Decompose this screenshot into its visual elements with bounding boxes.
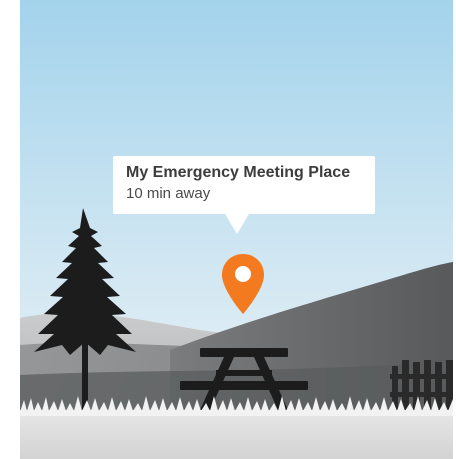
callout-title: My Emergency Meeting Place: [126, 164, 351, 181]
ground: [20, 410, 453, 459]
map-pin-icon[interactable]: [220, 252, 266, 316]
callout-subtitle: 10 min away: [126, 185, 211, 202]
location-callout[interactable]: My Emergency Meeting Place 10 min away: [113, 156, 375, 234]
meeting-place-illustration: My Emergency Meeting Place 10 min away: [20, 0, 453, 459]
